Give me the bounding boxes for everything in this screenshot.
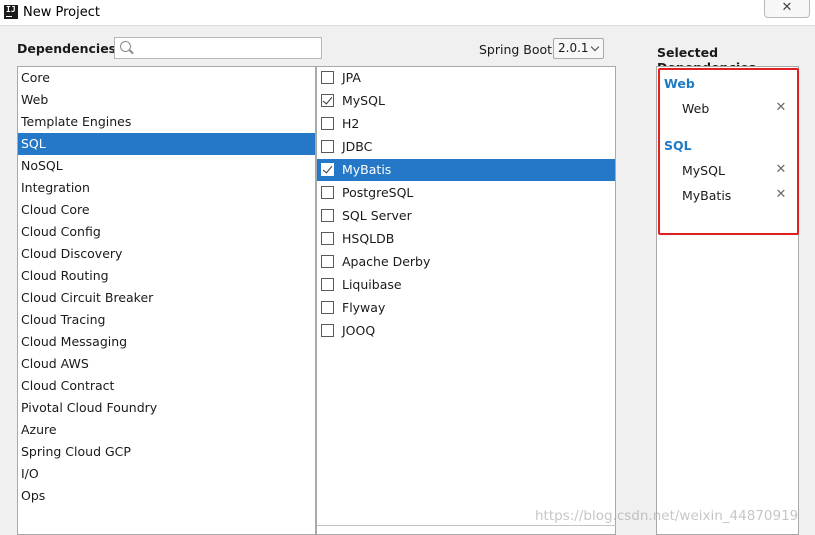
- category-item[interactable]: Ops: [18, 485, 315, 507]
- dependency-option-label: H2: [342, 116, 360, 131]
- dependency-option-label: HSQLDB: [342, 231, 395, 246]
- dependency-option-label: JDBC: [342, 139, 373, 154]
- category-item[interactable]: Cloud Tracing: [18, 309, 315, 331]
- category-item[interactable]: Cloud AWS: [18, 353, 315, 375]
- category-item[interactable]: Spring Cloud GCP: [18, 441, 315, 463]
- checkbox-unchecked-icon[interactable]: [321, 301, 334, 314]
- checkbox-unchecked-icon[interactable]: [321, 324, 334, 337]
- dependency-option-label: Flyway: [342, 300, 386, 315]
- checkbox-unchecked-icon[interactable]: [321, 71, 334, 84]
- selected-dependency-label: Web: [682, 101, 710, 116]
- category-item[interactable]: Core: [18, 67, 315, 89]
- selected-group-title: SQL: [664, 138, 692, 153]
- selected-dependency-label: MyBatis: [682, 188, 732, 203]
- search-input[interactable]: [135, 39, 315, 57]
- dependency-option[interactable]: JOOQ: [317, 320, 615, 342]
- checkbox-unchecked-icon[interactable]: [321, 117, 334, 130]
- selected-dependency-item: MySQL ✕: [682, 163, 792, 181]
- selected-dependency-item: Web ✕: [682, 101, 792, 119]
- window-title: New Project: [23, 5, 100, 20]
- checkbox-unchecked-icon[interactable]: [321, 209, 334, 222]
- remove-icon[interactable]: ✕: [774, 163, 788, 177]
- spring-boot-label: Spring Boot: [479, 42, 553, 57]
- dependency-option-label: MySQL: [342, 93, 385, 108]
- dependency-option[interactable]: JPA: [317, 67, 615, 89]
- dependency-option-label: SQL Server: [342, 208, 412, 223]
- dependency-option[interactable]: JDBC: [317, 136, 615, 158]
- selected-dependency-label: MySQL: [682, 163, 725, 178]
- checkbox-checked-icon[interactable]: [321, 163, 334, 176]
- category-item[interactable]: Cloud Contract: [18, 375, 315, 397]
- checkbox-unchecked-icon[interactable]: [321, 186, 334, 199]
- checkbox-unchecked-icon[interactable]: [321, 232, 334, 245]
- dependency-option[interactable]: Apache Derby: [317, 251, 615, 273]
- category-item[interactable]: Integration: [18, 177, 315, 199]
- checkbox-unchecked-icon[interactable]: [321, 255, 334, 268]
- close-button[interactable]: ✕: [764, 0, 810, 18]
- watermark-text: https://blog.csdn.net/weixin_44870919: [535, 508, 799, 524]
- category-item[interactable]: SQL: [18, 133, 315, 155]
- category-item[interactable]: Web: [18, 89, 315, 111]
- spring-boot-version-select[interactable]: 2.0.1: [553, 38, 604, 59]
- dependency-option[interactable]: H2: [317, 113, 615, 135]
- dependency-option[interactable]: Liquibase: [317, 274, 615, 296]
- category-item[interactable]: Template Engines: [18, 111, 315, 133]
- remove-icon[interactable]: ✕: [774, 188, 788, 202]
- category-item[interactable]: Azure: [18, 419, 315, 441]
- dependency-option[interactable]: HSQLDB: [317, 228, 615, 250]
- search-icon: [120, 41, 131, 52]
- spring-boot-version-value: 2.0.1: [558, 41, 589, 55]
- dependency-option[interactable]: SQL Server: [317, 205, 615, 227]
- category-item[interactable]: I/O: [18, 463, 315, 485]
- category-item[interactable]: Cloud Circuit Breaker: [18, 287, 315, 309]
- title-bar: IJ New Project ✕: [0, 0, 815, 26]
- intellij-logo-icon: IJ: [4, 5, 18, 19]
- chevron-down-icon: [590, 42, 600, 52]
- selected-dependencies-highlight: Web Web ✕ SQL MySQL ✕ MyBatis ✕: [658, 68, 799, 235]
- category-item[interactable]: Cloud Core: [18, 199, 315, 221]
- dependency-option[interactable]: PostgreSQL: [317, 182, 615, 204]
- dependency-option-label: JPA: [342, 70, 361, 85]
- dependency-option[interactable]: MyBatis: [317, 159, 615, 181]
- dependency-option[interactable]: MySQL: [317, 90, 615, 112]
- selected-group-title: Web: [664, 76, 695, 91]
- category-item[interactable]: Cloud Discovery: [18, 243, 315, 265]
- dependency-option-label: MyBatis: [342, 162, 392, 177]
- list-divider: [317, 525, 616, 526]
- dependency-option-label: Liquibase: [342, 277, 402, 292]
- remove-icon[interactable]: ✕: [774, 101, 788, 115]
- dependency-option-label: PostgreSQL: [342, 185, 414, 200]
- category-item[interactable]: Cloud Config: [18, 221, 315, 243]
- checkbox-checked-icon[interactable]: [321, 94, 334, 107]
- category-item[interactable]: NoSQL: [18, 155, 315, 177]
- checkbox-unchecked-icon[interactable]: [321, 278, 334, 291]
- category-item[interactable]: Cloud Routing: [18, 265, 315, 287]
- category-list[interactable]: Core Web Template Engines SQL NoSQL Integrati…: [17, 66, 316, 535]
- category-item[interactable]: Pivotal Cloud Foundry: [18, 397, 315, 419]
- dependencies-label: Dependencies: [17, 41, 117, 56]
- checkbox-unchecked-icon[interactable]: [321, 140, 334, 153]
- dependency-option-label: JOOQ: [342, 323, 376, 338]
- search-box[interactable]: [114, 37, 322, 59]
- dependency-option-label: Apache Derby: [342, 254, 431, 269]
- category-item[interactable]: Cloud Messaging: [18, 331, 315, 353]
- dependency-options-list[interactable]: JPA MySQL H2 JDBC MyBatis PostgreSQL SQL Serve…: [316, 66, 616, 535]
- selected-dependency-item: MyBatis ✕: [682, 188, 792, 206]
- dependency-option[interactable]: Flyway: [317, 297, 615, 319]
